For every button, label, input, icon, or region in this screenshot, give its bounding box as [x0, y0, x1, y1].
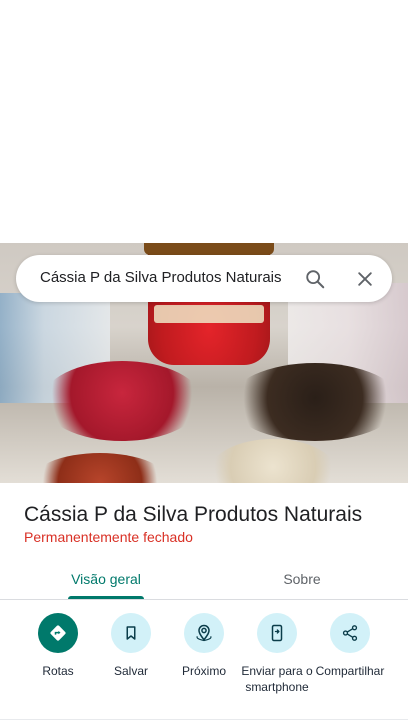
tab-overview[interactable]: Visão geral	[60, 559, 152, 599]
share-label: Compartilhar	[315, 664, 385, 678]
search-query[interactable]: Cássia P da Silva Produtos Naturais	[40, 269, 282, 286]
share-icon	[342, 625, 358, 641]
divider	[0, 719, 408, 720]
directions-label: Rotas	[42, 664, 74, 678]
nearby-label: Próximo	[181, 664, 226, 678]
tab-about[interactable]: Sobre	[260, 559, 344, 599]
directions-icon	[50, 625, 66, 641]
search-icon	[306, 270, 325, 289]
active-tab-indicator	[68, 596, 144, 599]
place-info-card: Cássia P da Silva Produtos Naturais Perm…	[0, 483, 408, 726]
search-bar[interactable]: Cássia P da Silva Produtos Naturais	[16, 255, 392, 302]
bookmark-icon	[126, 626, 136, 640]
photo-pepper-flakes	[30, 453, 170, 483]
send-to-phone-label: Enviar para o smartphone	[241, 664, 313, 694]
photo-jar-label	[154, 305, 264, 323]
close-icon	[358, 272, 372, 286]
place-title: Cássia P da Silva Produtos Naturais	[24, 503, 363, 526]
photo-pink-pepper	[42, 361, 202, 441]
photo-jar-rim	[144, 243, 274, 255]
photo-white-pepper	[208, 439, 338, 483]
share-button[interactable]: Compartilhar	[310, 613, 390, 679]
status-badge: Permanentemente fechado	[24, 529, 193, 545]
search-button[interactable]	[300, 264, 330, 294]
send-to-phone-button[interactable]: Enviar para o smartphone	[237, 613, 317, 695]
nearby-button-circle[interactable]	[184, 613, 224, 653]
action-buttons-row: Rotas Salvar Próximo Enviar para o smart…	[0, 613, 408, 723]
nearby-button[interactable]: Próximo	[164, 613, 244, 679]
save-button[interactable]: Salvar	[91, 613, 171, 679]
photo-black-pepper	[230, 363, 400, 441]
place-tabs: Visão geral Sobre	[0, 559, 408, 600]
nearby-icon	[196, 624, 212, 642]
share-button-circle[interactable]	[330, 613, 370, 653]
save-label: Salvar	[113, 664, 148, 678]
save-button-circle[interactable]	[111, 613, 151, 653]
directions-button[interactable]: Rotas	[18, 613, 98, 679]
send-to-phone-button-circle[interactable]	[257, 613, 297, 653]
place-details-screen: Cássia P da Silva Produtos Naturais Cáss…	[0, 0, 408, 726]
clear-search-button[interactable]	[350, 264, 380, 294]
directions-button-circle[interactable]	[38, 613, 78, 653]
send-to-phone-icon	[271, 624, 283, 642]
